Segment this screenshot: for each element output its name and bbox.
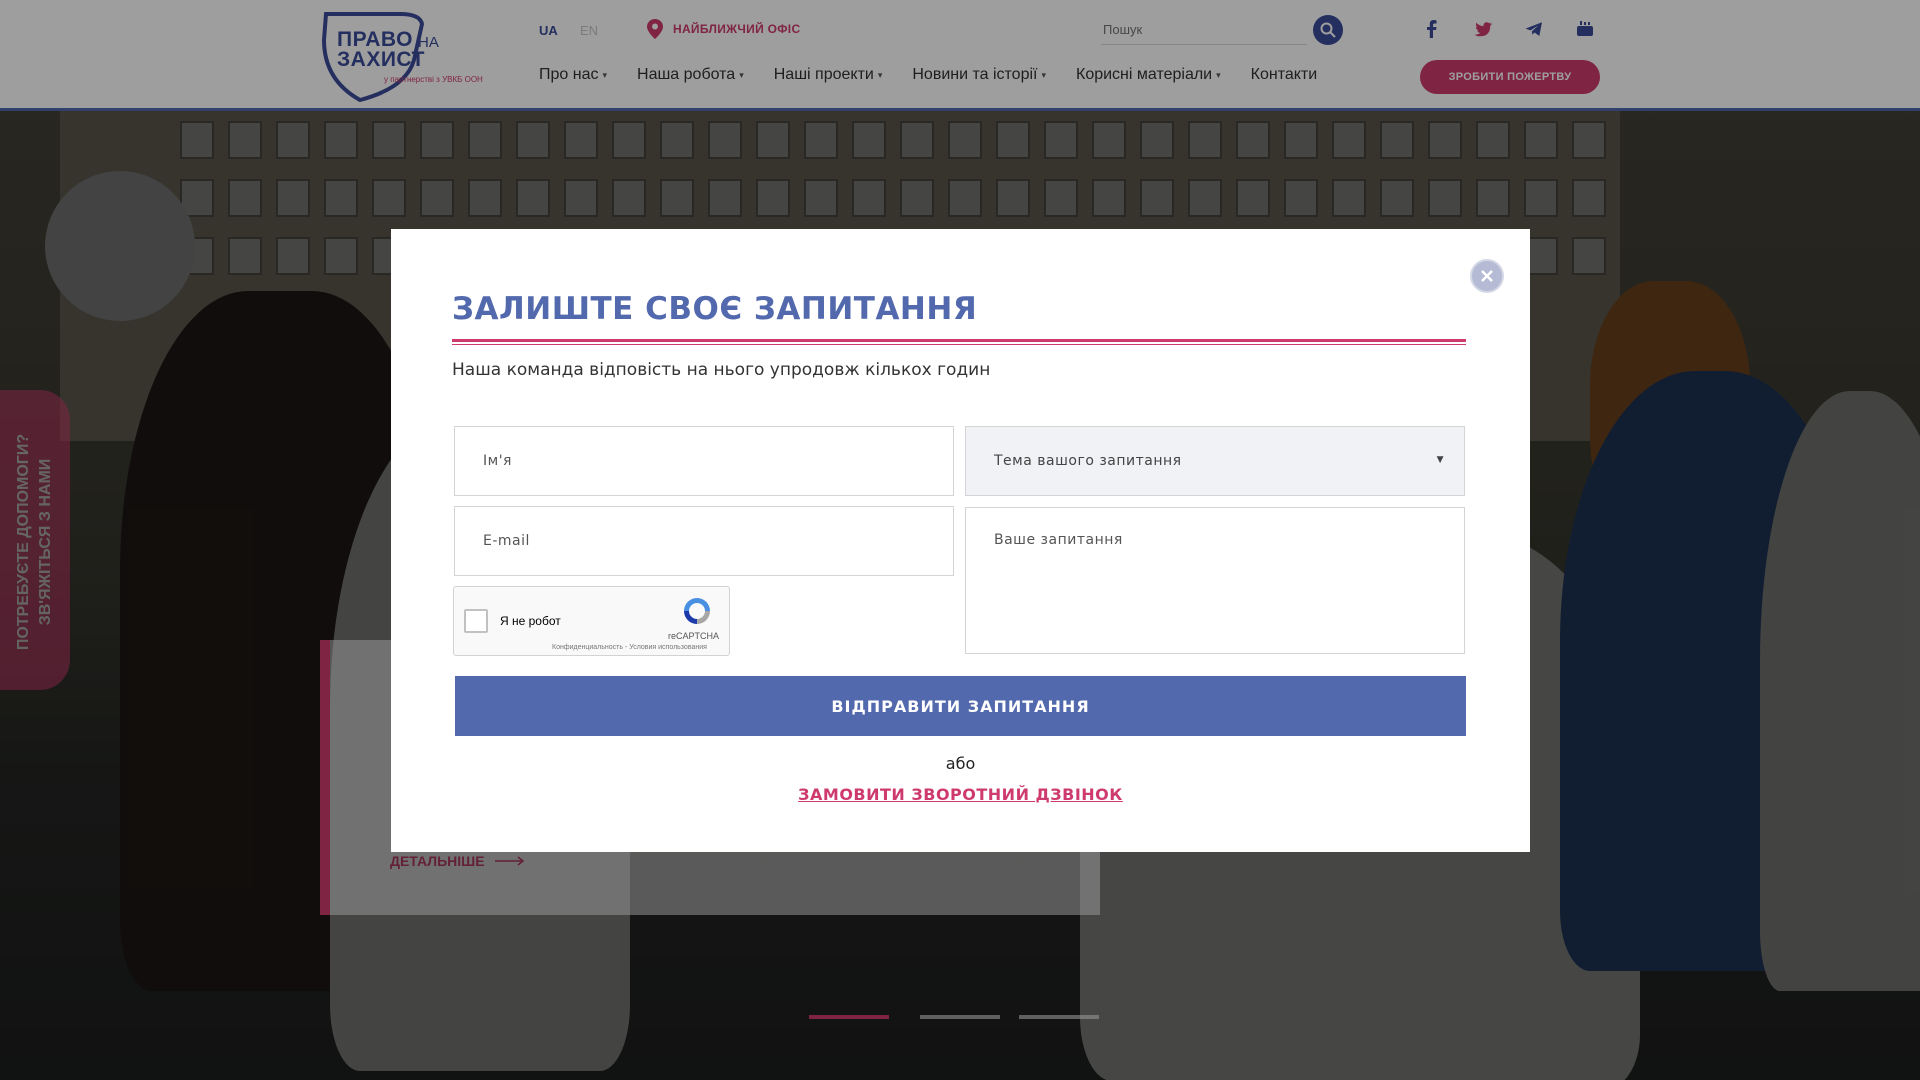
request-callback-link[interactable]: ЗАМОВИТИ ЗВОРОТНИЙ ДЗВІНОК	[391, 785, 1530, 804]
or-separator: або	[945, 754, 976, 773]
submit-question-button[interactable]: ВІДПРАВИТИ ЗАПИТАННЯ	[455, 676, 1466, 736]
question-modal: ЗАЛИШТЕ СВОЄ ЗАПИТАННЯ Наша команда відп…	[391, 229, 1530, 852]
email-field	[454, 506, 954, 576]
question-textarea[interactable]	[966, 508, 1464, 653]
name-field	[454, 426, 954, 496]
title-divider-thin	[452, 344, 1466, 345]
recaptcha-brand: reCAPTCHA	[668, 631, 720, 641]
modal-subtitle: Наша команда відповість на нього упродов…	[452, 360, 991, 380]
title-divider	[452, 339, 1466, 342]
recaptcha-checkbox[interactable]	[464, 609, 488, 633]
close-icon	[1481, 270, 1493, 282]
close-button[interactable]	[1470, 259, 1504, 293]
chevron-down-icon: ▼	[1436, 455, 1444, 465]
email-input[interactable]	[455, 507, 953, 575]
question-field	[965, 507, 1465, 654]
recaptcha-widget: Я не робот reCAPTCHA Конфиденциальность …	[453, 586, 730, 656]
recaptcha-label: Я не робот	[500, 614, 561, 628]
recaptcha-logo-icon	[684, 598, 710, 624]
topic-select-value: Тема вашого запитання	[994, 453, 1182, 469]
name-input[interactable]	[455, 427, 953, 495]
topic-select[interactable]: Тема вашого запитання ▼	[965, 426, 1465, 496]
recaptcha-privacy-links[interactable]: Конфиденциальность - Условия использован…	[552, 644, 707, 651]
modal-title: ЗАЛИШТЕ СВОЄ ЗАПИТАННЯ	[452, 291, 978, 327]
